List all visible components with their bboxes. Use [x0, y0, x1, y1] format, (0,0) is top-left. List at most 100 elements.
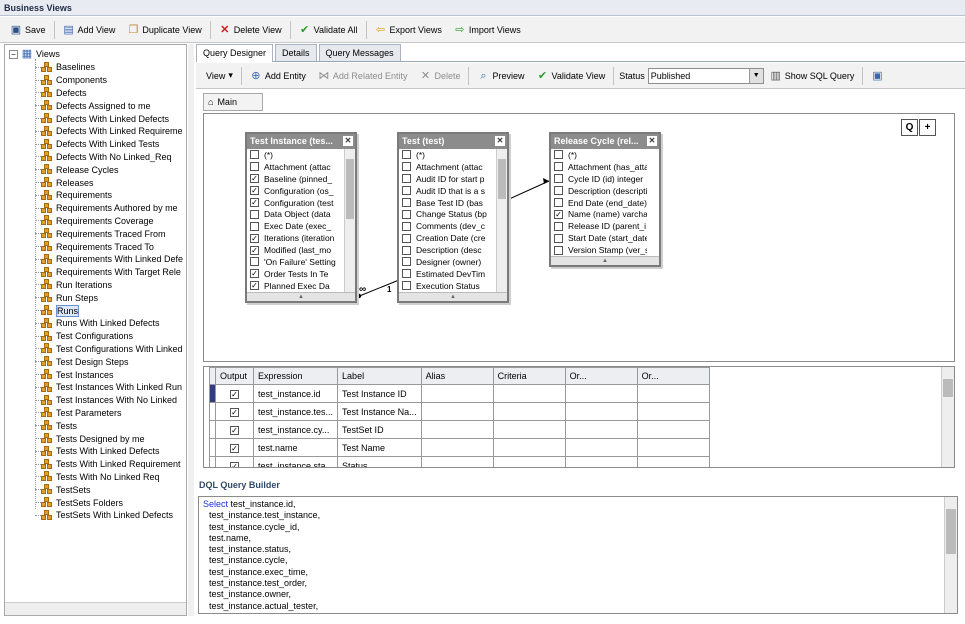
validate-all-button[interactable]: ✔ Validate All: [293, 20, 364, 40]
field-checkbox[interactable]: [402, 257, 411, 267]
grid-cell[interactable]: [420, 438, 494, 457]
output-checkbox[interactable]: ✓: [230, 407, 239, 417]
grid-cell[interactable]: [492, 384, 566, 403]
field-checkbox[interactable]: [402, 209, 411, 219]
add-entity-button[interactable]: ⊕ Add Entity: [244, 66, 312, 86]
field-checkbox[interactable]: [250, 162, 259, 172]
field-checkbox[interactable]: ✓: [250, 233, 259, 243]
add-related-entity-button[interactable]: ⋈ Add Related Entity: [312, 66, 414, 86]
output-checkbox[interactable]: ✓: [230, 389, 239, 399]
zoom-button[interactable]: Q: [901, 119, 918, 136]
entity-field[interactable]: (*): [247, 149, 343, 161]
field-checkbox[interactable]: [554, 233, 563, 243]
panel-splitter[interactable]: [188, 44, 194, 616]
entity-resize-handle[interactable]: ▲: [247, 291, 355, 301]
field-checkbox[interactable]: [402, 186, 411, 196]
save-button[interactable]: ▣ Save: [4, 20, 52, 40]
tree-item[interactable]: Run Iterations: [35, 279, 112, 292]
grid-row[interactable]: ✓ test_instance.sta... Status: [209, 456, 710, 467]
field-checkbox[interactable]: ✓: [250, 174, 259, 184]
entity-field[interactable]: ✓ Baseline (pinned_: [247, 173, 343, 185]
expression-cell[interactable]: test_instance.tes...: [252, 402, 339, 421]
tree-item[interactable]: Test Instances: [35, 368, 114, 381]
field-checkbox[interactable]: [250, 221, 259, 231]
entity-field[interactable]: Description (descripti: [551, 185, 647, 197]
field-checkbox[interactable]: [402, 281, 411, 291]
entity-field[interactable]: ✓ Configuration (test: [247, 197, 343, 209]
field-checkbox[interactable]: [402, 198, 411, 207]
entity-field[interactable]: Audit ID for start p: [399, 173, 495, 185]
tree-item[interactable]: Requirements Authored by me: [35, 202, 178, 215]
grid-column-header[interactable]: Expression: [252, 367, 339, 385]
field-checkbox[interactable]: ✓: [554, 209, 563, 219]
entity-field[interactable]: Designer (owner): [399, 256, 495, 268]
entity-field[interactable]: (*): [399, 149, 495, 161]
tree-item[interactable]: Defects With Linked Requireme: [35, 125, 183, 138]
zoom-in-button[interactable]: +: [919, 119, 936, 136]
grid-vertical-scrollbar[interactable]: [941, 367, 954, 467]
field-checkbox[interactable]: [402, 245, 411, 255]
view-menu-button[interactable]: View ▾: [200, 66, 239, 86]
entity-test-instance[interactable]: Test Instance (tes... ✕ (*) Attachment (att…: [245, 132, 357, 303]
label-cell[interactable]: Test Instance ID: [337, 384, 422, 403]
entity-field[interactable]: End Date (end_date): [551, 197, 647, 209]
grid-cell[interactable]: [492, 438, 566, 457]
tree-item[interactable]: Release Cycles: [35, 163, 119, 176]
tree-item[interactable]: Tests With No Linked Req: [35, 471, 160, 484]
expression-cell[interactable]: test.name: [252, 438, 339, 457]
label-cell[interactable]: Status: [337, 456, 422, 467]
grid-cell[interactable]: [636, 438, 710, 457]
tree-item[interactable]: Requirements With Linked Defe: [35, 253, 183, 266]
delete-view-button[interactable]: ✕ Delete View: [213, 20, 288, 40]
field-checkbox[interactable]: [554, 150, 563, 160]
grid-column-header[interactable]: Alias: [420, 367, 494, 385]
entity-field[interactable]: (*): [551, 149, 647, 161]
tree-item[interactable]: Tests Designed by me: [35, 432, 145, 445]
designer-canvas[interactable]: Q + ∞ 1 Test Instance (tes... ✕ (*) Attachm…: [203, 113, 955, 362]
tree-item[interactable]: Test Configurations: [35, 330, 133, 343]
dql-editor[interactable]: Select test_instance.id, test_instance.t…: [198, 496, 958, 614]
entity-header[interactable]: Release Cycle (rel... ✕: [551, 134, 659, 149]
label-cell[interactable]: Test Name: [337, 438, 422, 457]
grid-cell[interactable]: [420, 402, 494, 421]
entity-field[interactable]: Execution Status: [399, 280, 495, 292]
validate-view-button[interactable]: ✔ Validate View: [531, 66, 612, 86]
grid-cell[interactable]: [492, 456, 566, 467]
entity-field[interactable]: Version Stamp (ver_s: [551, 244, 647, 256]
entity-release-cycle[interactable]: Release Cycle (rel... ✕ (*) Attachment (has…: [549, 132, 661, 268]
tree-item[interactable]: Requirements Traced From: [35, 227, 166, 240]
field-checkbox[interactable]: [554, 174, 563, 184]
entity-field[interactable]: ✓ Modified (last_mo: [247, 244, 343, 256]
close-icon[interactable]: ✕: [647, 136, 657, 146]
tree-item[interactable]: Requirements With Target Rele: [35, 266, 181, 279]
close-icon[interactable]: ✕: [495, 136, 505, 146]
tree-item[interactable]: Defects With Linked Tests: [35, 138, 159, 151]
entity-field[interactable]: Audit ID that is a s: [399, 185, 495, 197]
entity-field[interactable]: Estimated DevTim: [399, 268, 495, 280]
output-checkbox[interactable]: ✓: [230, 461, 239, 467]
expression-cell[interactable]: test_instance.id: [252, 384, 339, 403]
entity-field[interactable]: Release ID (parent_i: [551, 220, 647, 232]
expression-cell[interactable]: test_instance.cy...: [252, 420, 339, 439]
grid-row[interactable]: ✓ test_instance.cy... TestSet ID: [209, 420, 710, 439]
field-checkbox[interactable]: ✓: [250, 245, 259, 255]
field-checkbox[interactable]: [402, 269, 411, 279]
grid-column-header[interactable]: Criteria: [492, 367, 566, 385]
dropdown-arrow-icon[interactable]: ▼: [748, 68, 763, 83]
tab-query-messages[interactable]: Query Messages: [318, 44, 401, 61]
tab-details[interactable]: Details: [275, 44, 317, 61]
tree-item[interactable]: Test Design Steps: [35, 355, 129, 368]
entity-scrollbar[interactable]: [496, 149, 507, 292]
entity-field[interactable]: Attachment (attac: [247, 161, 343, 173]
field-checkbox[interactable]: ✓: [250, 198, 259, 207]
tree-item[interactable]: TestSets Folders: [35, 496, 123, 509]
entity-field[interactable]: ✓ Name (name) varcha: [551, 208, 647, 220]
entity-header[interactable]: Test Instance (tes... ✕: [247, 134, 355, 149]
grid-cell[interactable]: [420, 456, 494, 467]
field-checkbox[interactable]: [554, 162, 563, 172]
canvas-tab-main[interactable]: ⌂ Main: [203, 93, 263, 111]
field-checkbox[interactable]: [554, 221, 563, 231]
grid-cell[interactable]: [564, 402, 638, 421]
field-checkbox[interactable]: ✓: [250, 186, 259, 196]
show-sql-button[interactable]: ▥ Show SQL Query: [764, 66, 861, 86]
